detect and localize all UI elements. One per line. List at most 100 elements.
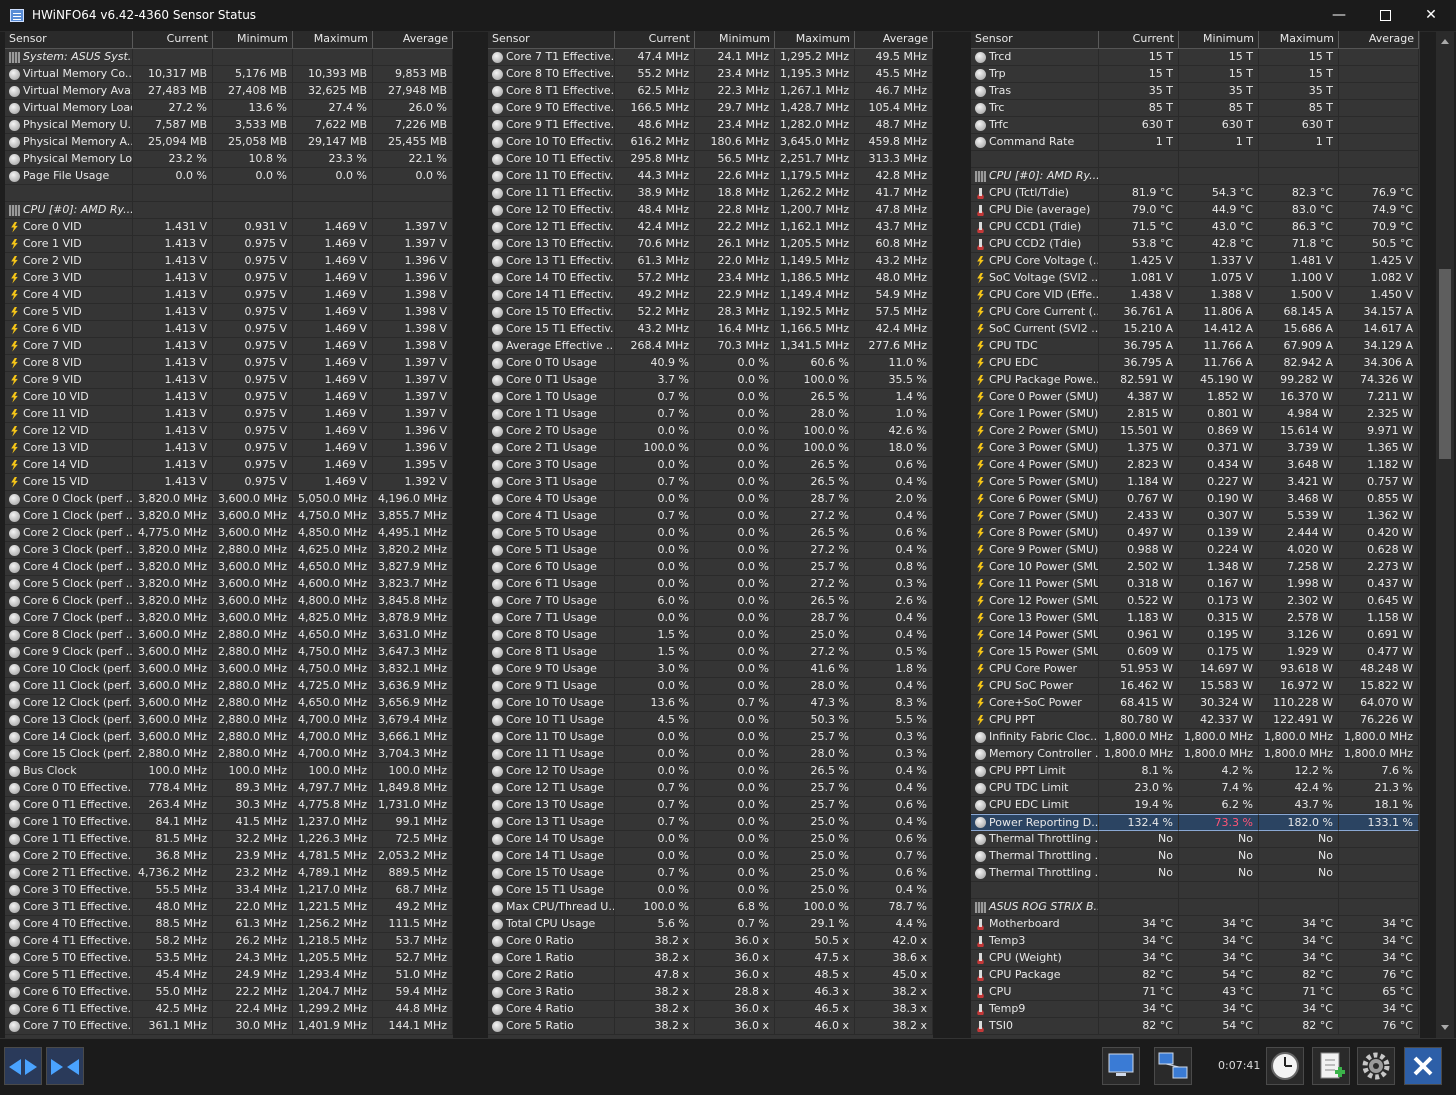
sensor-row[interactable]: Power Reporting D... 132.4 % 73.3 % 182.0 %… xyxy=(971,814,1419,831)
sensor-row[interactable]: Core 0 T0 Effective... 778.4 MHz 89.3 MHz 4… xyxy=(5,780,453,797)
sensor-row[interactable]: Core 6 T1 Usage 0.0 % 0.0 % 27.2 % 0.3 % xyxy=(488,576,933,593)
sensor-row[interactable]: Core 9 T1 Effective... 48.6 MHz 23.4 MHz 1,… xyxy=(488,117,933,134)
sensor-row[interactable]: Tras 35 T 35 T 35 T xyxy=(971,83,1419,100)
sensor-row[interactable]: Core 0 T0 Usage 40.9 % 0.0 % 60.6 % 11.0 % xyxy=(488,355,933,372)
sensor-row[interactable]: Core 9 Power (SMU) 0.988 W 0.224 W 4.020 W0… xyxy=(971,542,1419,559)
sensor-row[interactable]: Core 7 VID 1.413 V 0.975 V 1.469 V 1.398 V xyxy=(5,338,453,355)
sensor-row[interactable]: CPU (Tctl/Tdie) 81.9 °C 54.3 °C 82.3 °C 76.9… xyxy=(971,185,1419,202)
sensor-row[interactable]: CPU Core Power 51.953 W 14.697 W 93.618 W 48… xyxy=(971,661,1419,678)
sensor-row[interactable]: CPU Die (average) 79.0 °C 44.9 °C 83.0 °C 74… xyxy=(971,202,1419,219)
sensor-row[interactable]: Core+SoC Power 68.415 W 30.324 W 110.228 W6… xyxy=(971,695,1419,712)
sensor-row[interactable]: Core 1 Ratio 38.2 x 36.0 x 47.5 x 38.6 x xyxy=(488,950,933,967)
sensor-row[interactable]: Core 6 T1 Effective... 42.5 MHz 22.4 MHz 1,… xyxy=(5,1001,453,1018)
sensor-row[interactable]: Core 0 Ratio 38.2 x 36.0 x 50.5 x 42.0 x xyxy=(488,933,933,950)
sensor-row[interactable]: Core 7 T1 Effective... 47.4 MHz 24.1 MHz 1,… xyxy=(488,49,933,66)
sensor-row[interactable]: Core 6 Power (SMU) 0.767 W 0.190 W 3.468 W0… xyxy=(971,491,1419,508)
sensor-row[interactable]: Core 13 VID 1.413 V 0.975 V 1.469 V 1.396 V xyxy=(5,440,453,457)
close-button[interactable] xyxy=(1404,1047,1442,1085)
sensor-row[interactable]: Core 7 T0 Usage 6.0 % 0.0 % 26.5 % 2.6 % xyxy=(488,593,933,610)
column-header-average[interactable]: Average xyxy=(1339,31,1419,48)
sensor-row[interactable]: CPU CCD1 (Tdie) 71.5 °C 43.0 °C 86.3 °C 70.9… xyxy=(971,219,1419,236)
previous-button[interactable] xyxy=(4,1047,42,1085)
sensor-row[interactable]: Core 4 VID 1.413 V 0.975 V 1.469 V 1.398 V xyxy=(5,287,453,304)
sensor-row[interactable]: Trfc 630 T 630 T 630 T xyxy=(971,117,1419,134)
sensor-row[interactable]: Core 12 T0 Usage 0.0 % 0.0 % 26.5 % 0.4 % xyxy=(488,763,933,780)
column-header-average[interactable]: Average xyxy=(373,31,453,48)
sensor-row[interactable]: Core 8 VID 1.413 V 0.975 V 1.469 V 1.397 V xyxy=(5,355,453,372)
sensor-row[interactable]: Core 4 T0 Usage 0.0 % 0.0 % 28.7 % 2.0 % xyxy=(488,491,933,508)
sensor-row[interactable]: Core 13 T0 Effectiv... 70.6 MHz 26.1 MHz 1,… xyxy=(488,236,933,253)
sensor-row[interactable]: Core 1 T0 Effective... 84.1 MHz 41.5 MHz 1,… xyxy=(5,814,453,831)
sensor-row[interactable]: SoC Voltage (SVI2 ... 1.081 V 1.075 V 1.100… xyxy=(971,270,1419,287)
sensor-row[interactable]: Core 7 Clock (perf ... 3,820.0 MHz 3,600.0… xyxy=(5,610,453,627)
sensor-row[interactable]: Core 15 Power (SMU) 0.609 W 0.175 W 1.929 W… xyxy=(971,644,1419,661)
sensor-row[interactable]: Core 0 VID 1.431 V 0.931 V 1.469 V 1.397 V xyxy=(5,219,453,236)
sensor-row[interactable]: Core 15 T0 Effectiv... 52.2 MHz 28.3 MHz 1,… xyxy=(488,304,933,321)
sensor-row[interactable]: Core 5 Ratio 38.2 x 36.0 x 46.0 x 38.2 x xyxy=(488,1018,933,1035)
sensor-row[interactable]: Core 4 T0 Effective... 88.5 MHz 61.3 MHz 1,… xyxy=(5,916,453,933)
sensor-row[interactable]: Core 10 Power (SMU) 2.502 W 1.348 W 7.258 W… xyxy=(971,559,1419,576)
sensor-row[interactable]: Core 14 T1 Effectiv... 49.2 MHz 22.9 MHz 1,… xyxy=(488,287,933,304)
sensor-row[interactable]: Core 7 Power (SMU) 2.433 W 0.307 W 5.539 W1… xyxy=(971,508,1419,525)
sensor-row[interactable]: Core 0 T1 Effective... 263.4 MHz 30.3 MHz 4… xyxy=(5,797,453,814)
sensor-row[interactable]: Core 0 Clock (perf ... 3,820.0 MHz 3,600.0… xyxy=(5,491,453,508)
sensor-row[interactable]: Core 5 T0 Effective... 53.5 MHz 24.3 MHz 1,… xyxy=(5,950,453,967)
sensor-row[interactable]: Core 14 Clock (perf... 3,600.0 MHz 2,880.0… xyxy=(5,729,453,746)
sensor-row[interactable]: Core 1 T0 Usage 0.7 % 0.0 % 26.5 % 1.4 % xyxy=(488,389,933,406)
sensor-row[interactable]: Core 5 T1 Usage 0.0 % 0.0 % 27.2 % 0.4 % xyxy=(488,542,933,559)
column-header-average[interactable]: Average xyxy=(855,31,933,48)
sensor-row[interactable]: Core 2 T1 Usage 100.0 % 0.0 % 100.0 % 18.0 % xyxy=(488,440,933,457)
sensor-row[interactable]: Core 15 T1 Effectiv... 43.2 MHz 16.4 MHz 1,… xyxy=(488,321,933,338)
sensor-row[interactable]: Core 3 Ratio 38.2 x 28.8 x 46.3 x 38.2 x xyxy=(488,984,933,1001)
sensor-row[interactable]: Core 1 T1 Effective... 81.5 MHz 32.2 MHz 1,… xyxy=(5,831,453,848)
settings-button[interactable] xyxy=(1357,1047,1395,1085)
sensor-row[interactable]: Core 10 T1 Effectiv... 295.8 MHz 56.5 MHz 2… xyxy=(488,151,933,168)
sensor-row[interactable]: Core 5 Power (SMU) 1.184 W 0.227 W 3.421 W0… xyxy=(971,474,1419,491)
sensor-panel-3[interactable]: Sensor Current Minimum Maximum Average Trcd 15… xyxy=(971,31,1420,1038)
sensor-row[interactable]: Core 15 T0 Usage 0.7 % 0.0 % 25.0 % 0.6 % xyxy=(488,865,933,882)
sensor-row[interactable]: Core 6 VID 1.413 V 0.975 V 1.469 V 1.398 V xyxy=(5,321,453,338)
scroll-down-icon[interactable] xyxy=(1441,1025,1449,1030)
clock-reset-button[interactable] xyxy=(1266,1047,1304,1085)
sensor-row[interactable]: Core 1 VID 1.413 V 0.975 V 1.469 V 1.397 V xyxy=(5,236,453,253)
sensor-row[interactable]: Core 5 VID 1.413 V 0.975 V 1.469 V 1.398 V xyxy=(5,304,453,321)
sensor-row[interactable]: Core 7 T0 Effective... 361.1 MHz 30.0 MHz 1… xyxy=(5,1018,453,1035)
sensor-row[interactable]: CPU (Weight) 34 °C 34 °C 34 °C 34 °C xyxy=(971,950,1419,967)
sensor-row[interactable]: Core 8 T0 Usage 1.5 % 0.0 % 25.0 % 0.4 % xyxy=(488,627,933,644)
sensor-row[interactable]: Average Effective ... 268.4 MHz 70.3 MHz 1,… xyxy=(488,338,933,355)
sensor-row[interactable]: Core 11 VID 1.413 V 0.975 V 1.469 V 1.397 V xyxy=(5,406,453,423)
sensor-row[interactable]: Virtual Memory Load 27.2 % 13.6 % 27.4 % 26.… xyxy=(5,100,453,117)
sensor-row[interactable]: CPU Package Powe... 82.591 W 45.190 W 99.28… xyxy=(971,372,1419,389)
sensor-row[interactable]: Core 10 T0 Effectiv... 616.2 MHz 180.6 MHz… xyxy=(488,134,933,151)
sensor-row[interactable]: Core 11 Power (SMU) 0.318 W 0.167 W 1.998 W… xyxy=(971,576,1419,593)
column-header-maximum[interactable]: Maximum xyxy=(1259,31,1339,48)
sensor-row[interactable]: Memory Controller ... 1,800.0 MHz 1,800.0 … xyxy=(971,746,1419,763)
sensor-row[interactable]: Thermal Throttling ... No No No xyxy=(971,865,1419,882)
sensor-row[interactable]: Core 2 T0 Effective... 36.8 MHz 23.9 MHz 4,… xyxy=(5,848,453,865)
sensor-row[interactable]: CPU Core VID (Effe... 1.438 V 1.388 V 1.500… xyxy=(971,287,1419,304)
sensor-row[interactable]: Core 15 VID 1.413 V 0.975 V 1.469 V 1.392 V xyxy=(5,474,453,491)
column-header-minimum[interactable]: Minimum xyxy=(1179,31,1259,48)
sensor-group-header[interactable]: ASUS ROG STRIX B... xyxy=(971,899,1419,916)
sensor-row[interactable]: CPU Package 82 °C 54 °C 82 °C 76 °C xyxy=(971,967,1419,984)
sensor-row[interactable]: Trc 85 T 85 T 85 T xyxy=(971,100,1419,117)
sensor-row[interactable]: Core 9 T0 Usage 3.0 % 0.0 % 41.6 % 1.8 % xyxy=(488,661,933,678)
sensor-row[interactable]: Max CPU/Thread U... 100.0 % 6.8 % 100.0 % 78… xyxy=(488,899,933,916)
sensor-row[interactable]: Core 2 Power (SMU) 15.501 W 0.869 W 15.614 … xyxy=(971,423,1419,440)
sensor-row[interactable]: Core 1 T1 Usage 0.7 % 0.0 % 28.0 % 1.0 % xyxy=(488,406,933,423)
sensor-row[interactable]: Virtual Memory Ava... 27,483 MB 27,408 MB 3… xyxy=(5,83,453,100)
sensor-row[interactable]: Core 3 T0 Usage 0.0 % 0.0 % 26.5 % 0.6 % xyxy=(488,457,933,474)
sensor-group-header[interactable]: CPU [#0]: AMD Ry... xyxy=(971,168,1419,185)
sensor-row[interactable]: Core 3 T0 Effective... 55.5 MHz 33.4 MHz 1,… xyxy=(5,882,453,899)
sensor-row[interactable]: Core 8 Power (SMU) 0.497 W 0.139 W 2.444 W0… xyxy=(971,525,1419,542)
sensor-row[interactable]: Core 4 Power (SMU) 2.823 W 0.434 W 3.648 W1… xyxy=(971,457,1419,474)
sensor-row[interactable]: Core 12 Clock (perf... 3,600.0 MHz 2,880.0… xyxy=(5,695,453,712)
sensor-row[interactable]: Core 6 T0 Usage 0.0 % 0.0 % 25.7 % 0.8 % xyxy=(488,559,933,576)
sensor-row[interactable]: Trp 15 T 15 T 15 T xyxy=(971,66,1419,83)
sensor-row[interactable]: Core 14 T0 Usage 0.0 % 0.0 % 25.0 % 0.6 % xyxy=(488,831,933,848)
column-header-current[interactable]: Current xyxy=(1099,31,1179,48)
sensor-row[interactable]: Core 0 T1 Usage 3.7 % 0.0 % 100.0 % 35.5 % xyxy=(488,372,933,389)
next-button[interactable] xyxy=(46,1047,84,1085)
sensor-row[interactable]: Core 11 T1 Usage 0.0 % 0.0 % 28.0 % 0.3 % xyxy=(488,746,933,763)
sensor-row[interactable]: CPU EDC Limit 19.4 % 6.2 % 43.7 % 18.1 % xyxy=(971,797,1419,814)
